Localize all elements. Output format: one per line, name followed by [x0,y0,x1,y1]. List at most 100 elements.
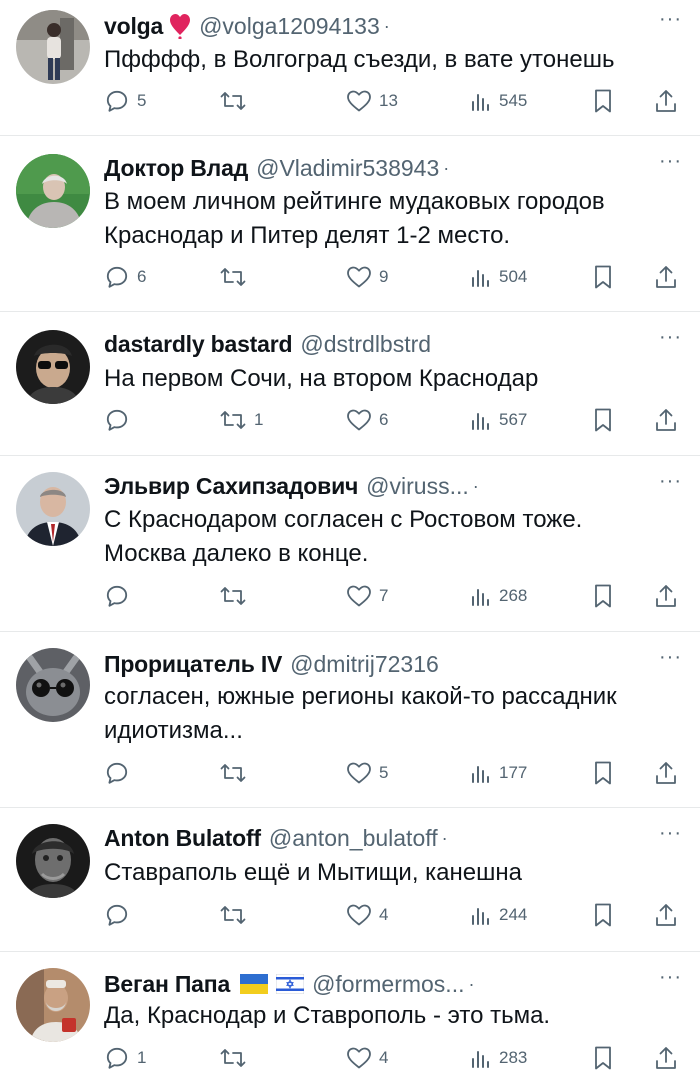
views-count: 283 [499,1048,528,1067]
tweet[interactable]: Anton Bulatoff @anton_bulatoff · ··· Ста… [0,808,700,952]
share-icon [654,264,678,290]
display-name[interactable]: volga [104,13,163,40]
username[interactable]: @dstrdlbstrd [300,331,431,358]
like-button[interactable]: 9 [346,262,388,292]
like-button[interactable]: 4 [346,1043,388,1073]
bookmark-button[interactable] [592,581,614,611]
like-button[interactable]: 6 [346,405,388,435]
avatar[interactable] [16,824,90,898]
share-button[interactable] [654,758,678,788]
avatar[interactable] [16,154,90,228]
israel-flag-icon [276,974,305,994]
like-icon [346,1046,372,1070]
retweet-button[interactable] [219,758,254,788]
like-count: 13 [379,91,398,110]
retweet-icon [219,408,247,432]
views-icon [470,266,492,288]
tweet[interactable]: Эльвир Сахипзадович @viruss... · ··· С К… [0,456,700,632]
reply-button[interactable]: 6 [104,262,146,292]
display-name[interactable]: Anton Bulatoff [104,825,261,852]
retweet-icon [219,1046,247,1070]
display-name[interactable]: dastardly bastard [104,331,293,358]
display-name[interactable]: Доктор Влад [104,155,248,182]
red-heart-emoji-icon [169,13,191,39]
bookmark-button[interactable] [592,758,614,788]
ukraine-flag-icon [240,974,269,994]
more-icon[interactable]: ··· [659,471,682,491]
username[interactable]: @volga12094133 [199,13,380,40]
like-button[interactable]: 7 [346,581,388,611]
views-button[interactable]: 283 [470,1043,527,1073]
retweet-button[interactable] [219,262,254,292]
reply-button[interactable]: 1 [104,1043,146,1073]
tweet-text: Пфффф, в Волгоград съезди, в вате утонеш… [104,43,676,77]
like-count: 7 [379,586,389,605]
username[interactable]: @formermos... [312,971,464,998]
separator-dot: · [443,157,450,178]
share-button[interactable] [654,900,678,930]
share-button[interactable] [654,405,678,435]
retweet-button[interactable] [219,581,254,611]
avatar[interactable] [16,648,90,722]
tweet[interactable]: Веган Папа @formermos... · ··· Да, Красн… [0,952,700,1090]
views-button[interactable]: 244 [470,900,527,930]
username[interactable]: @Vladimir538943 [256,155,439,182]
share-button[interactable] [654,581,678,611]
share-button[interactable] [654,86,678,116]
reply-button[interactable] [104,581,137,611]
reply-button[interactable]: 5 [104,86,146,116]
tweet-text-line: На первом Сочи, на втором Краснодар [104,365,539,392]
username[interactable]: @viruss... [366,473,469,500]
tweet-text-line: Москва далеко в конце. [104,540,369,567]
like-button[interactable]: 4 [346,900,388,930]
display-name[interactable]: Веган Папа [104,971,230,998]
views-button[interactable]: 268 [470,581,527,611]
avatar[interactable] [16,472,90,546]
more-icon[interactable]: ··· [659,151,682,171]
retweet-button[interactable]: 1 [219,405,263,435]
tweet-text-line: Краснодар и Питер делят 1-2 место. [104,222,511,249]
bookmark-button[interactable] [592,262,614,292]
tweet-text-line: Пфффф, в Волгоград съезди, в вате утонеш… [104,46,615,73]
like-count: 5 [379,763,389,782]
more-icon[interactable]: ··· [659,327,682,347]
retweet-button[interactable] [219,86,254,116]
tweet[interactable]: dastardly bastard @dstrdlbstrd ··· На пе… [0,312,700,456]
more-icon[interactable]: ··· [659,647,682,667]
more-icon[interactable]: ··· [659,967,682,987]
display-name[interactable]: Эльвир Сахипзадович [104,473,358,500]
reply-button[interactable] [104,405,137,435]
share-button[interactable] [654,262,678,292]
username[interactable]: @anton_bulatoff [269,825,438,852]
views-count: 567 [499,410,528,429]
like-button[interactable]: 5 [346,758,388,788]
tweet[interactable]: Прорицатель IV @dmitrij72316 ··· согласе… [0,632,700,808]
username[interactable]: @dmitrij72316 [290,651,439,678]
bookmark-button[interactable] [592,405,614,435]
tweet[interactable]: volga @volga12094133 · ··· Пфффф, в Волг… [0,0,700,136]
share-icon [654,407,678,433]
views-button[interactable]: 567 [470,405,527,435]
views-button[interactable]: 545 [470,86,527,116]
bookmark-button[interactable] [592,86,614,116]
retweet-button[interactable] [219,1043,254,1073]
tweet-text-line: Да, Краснодар и Ставрополь - это тьма. [104,1002,551,1029]
avatar[interactable] [16,968,90,1042]
tweet[interactable]: Доктор Влад @Vladimir538943 · ··· В моем… [0,136,700,312]
more-icon[interactable]: ··· [659,9,682,29]
views-button[interactable]: 504 [470,262,527,292]
views-button[interactable]: 177 [470,758,527,788]
share-button[interactable] [654,1043,678,1073]
bookmark-button[interactable] [592,1043,614,1073]
views-icon [470,762,492,784]
avatar[interactable] [16,10,90,84]
reply-button[interactable] [104,758,137,788]
reply-icon [104,1045,130,1071]
bookmark-button[interactable] [592,900,614,930]
like-button[interactable]: 13 [346,86,398,116]
retweet-button[interactable] [219,900,254,930]
more-icon[interactable]: ··· [659,823,682,843]
reply-button[interactable] [104,900,137,930]
avatar[interactable] [16,330,90,404]
display-name[interactable]: Прорицатель IV [104,651,282,678]
